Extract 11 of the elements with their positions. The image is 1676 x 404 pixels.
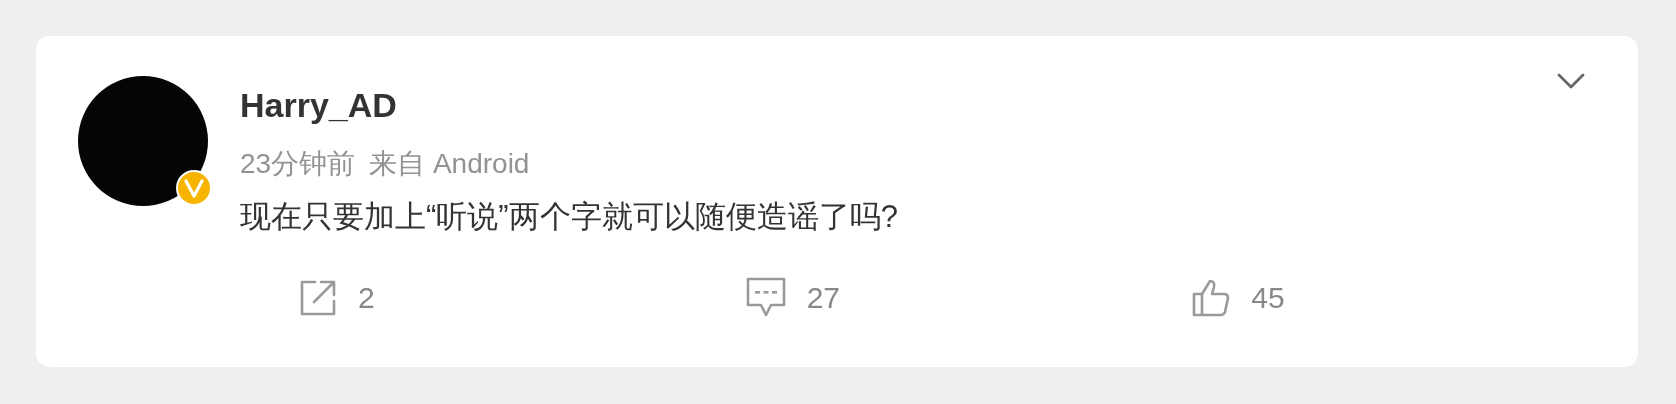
- avatar[interactable]: [78, 76, 208, 206]
- like-count: 45: [1251, 281, 1285, 315]
- chevron-down-icon[interactable]: [1556, 72, 1586, 90]
- thumbs-up-icon[interactable]: [1191, 278, 1232, 318]
- post-time: 23分钟前: [240, 147, 356, 181]
- username[interactable]: Harry_AD: [240, 86, 530, 125]
- share-count: 2: [358, 281, 375, 315]
- comment-count: 27: [806, 281, 841, 315]
- post-source: 来自 Android: [369, 147, 530, 181]
- share-icon[interactable]: [298, 278, 338, 318]
- post-text: 现在只要加上“听说”两个字就可以随便造谣了吗?: [240, 198, 899, 236]
